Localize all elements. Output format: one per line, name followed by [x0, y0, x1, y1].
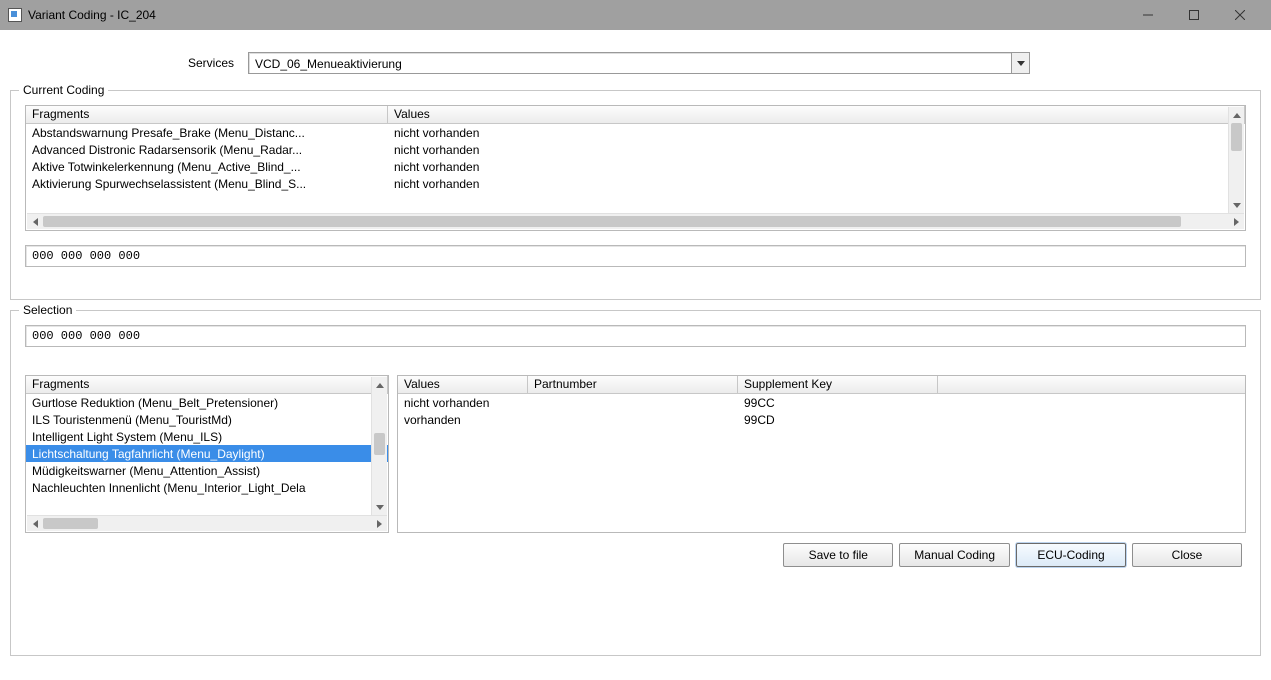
coding-value: nicht vorhanden: [388, 126, 1245, 140]
fragment-label: Lichtschaltung Tagfahrlicht (Menu_Daylig…: [26, 447, 388, 461]
close-window-button[interactable]: [1217, 0, 1263, 30]
col-header-supplement[interactable]: Supplement Key: [738, 376, 938, 393]
selection-values-table[interactable]: Values Partnumber Supplement Key nicht v…: [397, 375, 1246, 533]
vertical-scrollbar[interactable]: [371, 377, 387, 515]
coding-fragment: Abstandswarnung Presafe_Brake (Menu_Dist…: [26, 126, 388, 140]
current-coding-hex[interactable]: 000 000 000 000: [25, 245, 1246, 267]
selection-group: Selection 000 000 000 000 Fragments Gurt…: [10, 310, 1261, 656]
scroll-thumb[interactable]: [43, 216, 1181, 227]
coding-fragment: Advanced Distronic Radarsensorik (Menu_R…: [26, 143, 388, 157]
coding-value: nicht vorhanden: [388, 160, 1245, 174]
scroll-down-icon[interactable]: [372, 499, 387, 515]
col-header-values[interactable]: Values: [388, 106, 1245, 123]
scroll-up-icon[interactable]: [372, 377, 387, 393]
manual-coding-button[interactable]: Manual Coding: [899, 543, 1010, 567]
fragment-label: Gurtlose Reduktion (Menu_Belt_Pretension…: [26, 396, 388, 410]
col-header-fragments[interactable]: Fragments: [26, 106, 388, 123]
value-row[interactable]: nicht vorhanden 99CC: [398, 394, 1245, 411]
fragment-label: ILS Touristenmenü (Menu_TouristMd): [26, 413, 388, 427]
coding-row[interactable]: Abstandswarnung Presafe_Brake (Menu_Dist…: [26, 124, 1245, 141]
selection-hex[interactable]: 000 000 000 000: [25, 325, 1246, 347]
col-header-fragments-2[interactable]: Fragments: [26, 376, 388, 393]
scroll-thumb[interactable]: [1231, 123, 1242, 151]
value-row[interactable]: vorhanden 99CD: [398, 411, 1245, 428]
chevron-down-icon[interactable]: [1011, 53, 1029, 73]
col-header-values-2[interactable]: Values: [398, 376, 528, 393]
minimize-button[interactable]: [1125, 0, 1171, 30]
horizontal-scrollbar[interactable]: [27, 213, 1244, 229]
fragment-row[interactable]: Nachleuchten Innenlicht (Menu_Interior_L…: [26, 479, 388, 496]
fragment-row[interactable]: Lichtschaltung Tagfahrlicht (Menu_Daylig…: [26, 445, 388, 462]
fragment-label: Intelligent Light System (Menu_ILS): [26, 430, 388, 444]
window-title: Variant Coding - IC_204: [28, 8, 156, 22]
coding-row[interactable]: Advanced Distronic Radarsensorik (Menu_R…: [26, 141, 1245, 158]
coding-value: nicht vorhanden: [388, 177, 1245, 191]
horizontal-scrollbar[interactable]: [27, 515, 387, 531]
col-header-empty: [938, 376, 1245, 393]
col-header-partnumber[interactable]: Partnumber: [528, 376, 738, 393]
services-selected: VCD_06_Menueaktivierung: [249, 53, 1011, 73]
value-cell: vorhanden: [398, 413, 528, 427]
fragment-label: Müdigkeitswarner (Menu_Attention_Assist): [26, 464, 388, 478]
fragment-label: Nachleuchten Innenlicht (Menu_Interior_L…: [26, 481, 388, 495]
supplement-cell: 99CC: [738, 396, 938, 410]
fragment-row[interactable]: Müdigkeitswarner (Menu_Attention_Assist): [26, 462, 388, 479]
coding-fragment: Aktivierung Spurwechselassistent (Menu_B…: [26, 177, 388, 191]
coding-fragment: Aktive Totwinkelerkennung (Menu_Active_B…: [26, 160, 388, 174]
scroll-up-icon[interactable]: [1229, 107, 1244, 123]
current-coding-group: Current Coding Fragments Values Abstands…: [10, 90, 1261, 300]
scroll-right-icon[interactable]: [371, 516, 387, 531]
ecu-coding-button[interactable]: ECU-Coding: [1016, 543, 1126, 567]
fragment-row[interactable]: Intelligent Light System (Menu_ILS): [26, 428, 388, 445]
selection-legend: Selection: [19, 303, 76, 317]
current-coding-legend: Current Coding: [19, 83, 108, 97]
scroll-left-icon[interactable]: [27, 214, 43, 229]
close-button[interactable]: Close: [1132, 543, 1242, 567]
app-icon: [8, 8, 22, 22]
scroll-thumb[interactable]: [43, 518, 98, 529]
title-bar: Variant Coding - IC_204: [0, 0, 1271, 30]
coding-row[interactable]: Aktive Totwinkelerkennung (Menu_Active_B…: [26, 158, 1245, 175]
scroll-right-icon[interactable]: [1228, 214, 1244, 229]
maximize-button[interactable]: [1171, 0, 1217, 30]
services-combobox[interactable]: VCD_06_Menueaktivierung: [248, 52, 1030, 74]
coding-row[interactable]: Aktivierung Spurwechselassistent (Menu_B…: [26, 175, 1245, 192]
save-to-file-button[interactable]: Save to file: [783, 543, 893, 567]
scroll-thumb[interactable]: [374, 433, 385, 455]
selection-fragments-list[interactable]: Fragments Gurtlose Reduktion (Menu_Belt_…: [25, 375, 389, 533]
value-cell: nicht vorhanden: [398, 396, 528, 410]
vertical-scrollbar[interactable]: [1228, 107, 1244, 213]
coding-value: nicht vorhanden: [388, 143, 1245, 157]
fragment-row[interactable]: Gurtlose Reduktion (Menu_Belt_Pretension…: [26, 394, 388, 411]
supplement-cell: 99CD: [738, 413, 938, 427]
scroll-down-icon[interactable]: [1229, 197, 1244, 213]
fragment-row[interactable]: ILS Touristenmenü (Menu_TouristMd): [26, 411, 388, 428]
scroll-left-icon[interactable]: [27, 516, 43, 531]
services-label: Services: [10, 56, 248, 70]
current-coding-list[interactable]: Fragments Values Abstandswarnung Presafe…: [25, 105, 1246, 231]
